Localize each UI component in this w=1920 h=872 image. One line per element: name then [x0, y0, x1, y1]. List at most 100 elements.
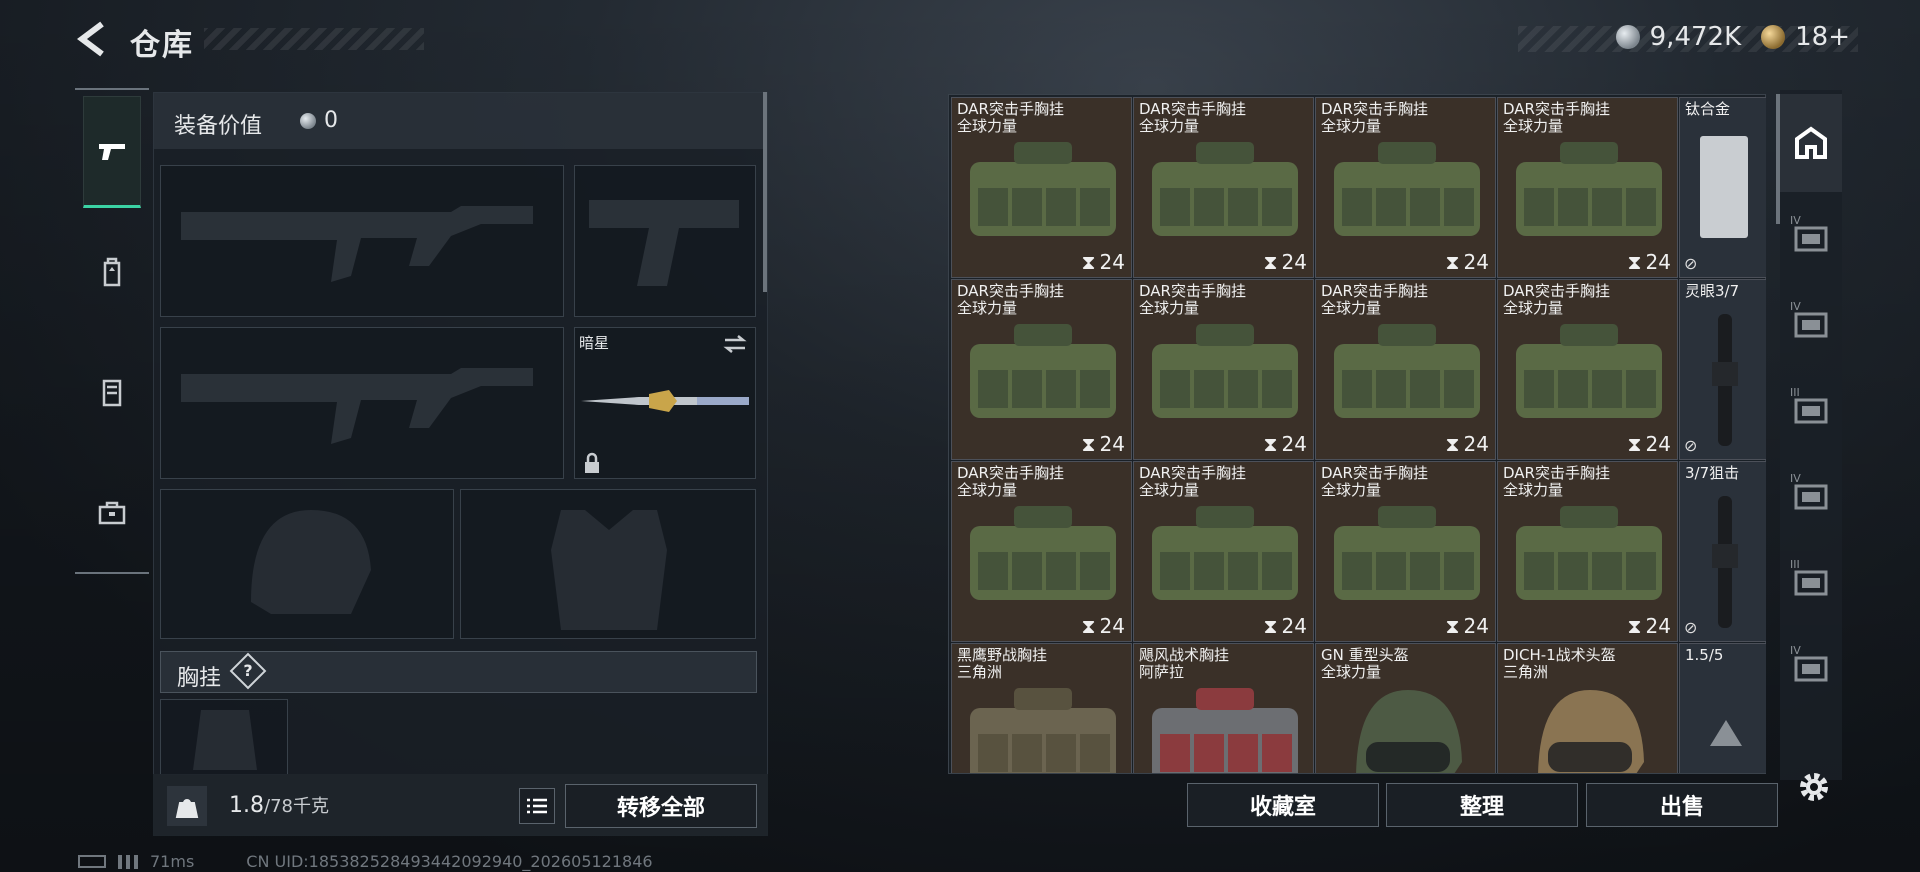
item-name-line2: 全球力量 [1321, 663, 1382, 681]
primary-weapon-slot[interactable] [160, 165, 564, 317]
scope-icon [1712, 496, 1738, 628]
storage-side-cell[interactable]: 灵眼3/7 ⊘ [1679, 279, 1766, 460]
item-name-line1: 黑鹰野战胸挂 [957, 646, 1048, 664]
item-name-line1: DAR突击手胸挂 [1321, 464, 1428, 482]
item-name-line1: DAR突击手胸挂 [957, 100, 1064, 118]
triangle-icon [1710, 720, 1742, 746]
storage-item-cell[interactable]: 黑鹰野战胸挂 三角洲 [951, 643, 1132, 773]
storage-item-cell[interactable]: DAR突击手胸挂 全球力量 ⧗ 24 [1315, 461, 1496, 642]
collection-button[interactable]: 收藏室 [1187, 783, 1379, 827]
category-all[interactable] [1780, 94, 1842, 192]
silver-amount: 9,472K [1649, 22, 1742, 52]
category-button[interactable]: III [1790, 558, 1834, 602]
tab-case[interactable] [83, 456, 141, 568]
category-button[interactable]: IV [1790, 644, 1834, 688]
tier-label: IV [1790, 472, 1801, 485]
chest-rig-slot[interactable] [160, 699, 288, 775]
tier-label: IV [1790, 214, 1801, 227]
storage-item-cell[interactable]: DAR突击手胸挂 全球力量 ⧗ 24 [1133, 461, 1314, 642]
item-quantity: ⧗ 24 [1264, 614, 1308, 638]
storage-item-cell[interactable]: DAR突击手胸挂 全球力量 ⧗ 24 [951, 279, 1132, 460]
sort-button[interactable]: 整理 [1386, 783, 1578, 827]
item-quantity: ⧗ 24 [1082, 614, 1126, 638]
rifle-silhouette-icon [181, 206, 533, 282]
titanium-plate-icon [1700, 136, 1748, 238]
tab-vest[interactable] [83, 336, 141, 448]
transfer-all-button[interactable]: 转移全部 [565, 784, 757, 828]
storage-item-cell[interactable]: DAR突击手胸挂 全球力量 ⧗ 24 [951, 97, 1132, 278]
category-button[interactable]: III [1790, 386, 1834, 430]
item-name: DICH-1战术头盔 三角洲 [1503, 647, 1616, 681]
storage-item-cell[interactable]: DAR突击手胸挂 全球力量 ⧗ 24 [1497, 461, 1678, 642]
side-item-label: 1.5/5 [1685, 646, 1724, 664]
item-quantity-value: 24 [1645, 614, 1671, 638]
sidearm-slot[interactable] [574, 165, 756, 317]
home-icon [1795, 126, 1827, 159]
storage-item-cell[interactable]: DAR突击手胸挂 全球力量 ⧗ 24 [1315, 279, 1496, 460]
side-item-label: 钛合金 [1685, 100, 1731, 118]
item-name-line1: DICH-1战术头盔 [1503, 646, 1616, 664]
pistol-silhouette-icon [589, 200, 739, 286]
item-name-line1: DAR突击手胸挂 [957, 282, 1064, 300]
item-quantity-value: 24 [1281, 614, 1307, 638]
list-view-button[interactable] [519, 788, 555, 824]
item-name: GN 重型头盔 全球力量 [1321, 647, 1409, 681]
loadout-tabs [75, 88, 149, 574]
category-button[interactable]: IV [1790, 214, 1834, 258]
tab-backpack[interactable] [83, 216, 141, 328]
item-name: 飓风战术胸挂 阿萨拉 [1139, 647, 1229, 681]
item-quantity-value: 24 [1645, 432, 1671, 456]
storage-item-cell[interactable]: DAR突击手胸挂 全球力量 ⧗ 24 [1133, 279, 1314, 460]
gold-coin-icon [1761, 25, 1786, 49]
item-name-line1: DAR突击手胸挂 [1139, 464, 1246, 482]
swap-icon[interactable] [723, 334, 747, 354]
storage-item-cell[interactable]: DICH-1战术头盔 三角洲 [1497, 643, 1678, 773]
chest-rig-header: 胸挂 ? [160, 651, 757, 693]
armor-slot[interactable] [460, 489, 756, 639]
storage-panel: DAR突击手胸挂 全球力量 ⧗ 24 DAR突击手胸挂 全球力量 ⧗ 24 DAR突击手胸挂 全球… [948, 94, 1766, 774]
helmet-slot[interactable] [160, 489, 454, 639]
storage-item-cell[interactable]: DAR突击手胸挂 全球力量 ⧗ 24 [951, 461, 1132, 642]
item-name: 黑鹰野战胸挂 三角洲 [957, 647, 1047, 681]
storage-item-cell[interactable]: DAR突击手胸挂 全球力量 ⧗ 24 [1497, 279, 1678, 460]
category-button[interactable]: IV [1790, 300, 1834, 344]
item-name-line2: 全球力量 [1139, 299, 1200, 317]
storage-side-cell[interactable]: 钛合金 ⊘ [1679, 97, 1766, 278]
item-name: DAR突击手胸挂 全球力量 [1503, 101, 1610, 135]
item-name-line2: 全球力量 [1139, 481, 1200, 499]
gear-icon[interactable] [1794, 767, 1834, 807]
pistol-icon [99, 144, 125, 160]
loadout-scrollbar[interactable] [763, 92, 767, 292]
item-quantity: ⧗ 24 [1082, 432, 1126, 456]
storage-item-cell[interactable]: DAR突击手胸挂 全球力量 ⧗ 24 [1497, 97, 1678, 278]
item-quantity-value: 24 [1463, 614, 1489, 638]
melee-slot[interactable]: 暗星 [574, 327, 756, 479]
battery-icon [78, 855, 106, 868]
item-name-line2: 三角洲 [957, 663, 1003, 681]
category-sidebar: IV IV III IV III IV [1780, 90, 1842, 780]
vest-silhouette-icon [193, 710, 257, 770]
tab-weapons[interactable] [83, 96, 141, 208]
back-arrow-icon[interactable] [74, 20, 112, 58]
storage-side-cell[interactable]: 1.5/5 [1679, 643, 1766, 773]
stack-icon: ⧗ [1445, 432, 1460, 456]
help-icon[interactable]: ? [229, 652, 267, 690]
storage-item-cell[interactable]: 飓风战术胸挂 阿萨拉 [1133, 643, 1314, 773]
item-name-line1: DAR突击手胸挂 [957, 464, 1064, 482]
storage-side-cell[interactable]: 3/7狙击 ⊘ [1679, 461, 1766, 642]
item-quantity: ⧗ 24 [1628, 614, 1672, 638]
sell-button[interactable]: 出售 [1586, 783, 1778, 827]
item-quantity: ⧗ 24 [1628, 250, 1672, 274]
category-button[interactable]: IV [1790, 472, 1834, 516]
rifle-silhouette-icon [181, 368, 533, 444]
currency-display: 9,472K 18+ [1615, 20, 1850, 54]
storage-item-cell[interactable]: DAR突击手胸挂 全球力量 ⧗ 24 [1315, 97, 1496, 278]
storage-item-cell[interactable]: DAR突击手胸挂 全球力量 ⧗ 24 [1133, 97, 1314, 278]
item-name-line1: 飓风战术胸挂 [1139, 646, 1230, 664]
stack-icon: ⧗ [1081, 432, 1096, 456]
secondary-weapon-slot[interactable] [160, 327, 564, 479]
storage-item-cell[interactable]: GN 重型头盔 全球力量 [1315, 643, 1496, 773]
item-name-line2: 三角洲 [1503, 663, 1549, 681]
tier-label: IV [1790, 644, 1801, 657]
stack-icon: ⧗ [1263, 614, 1278, 638]
